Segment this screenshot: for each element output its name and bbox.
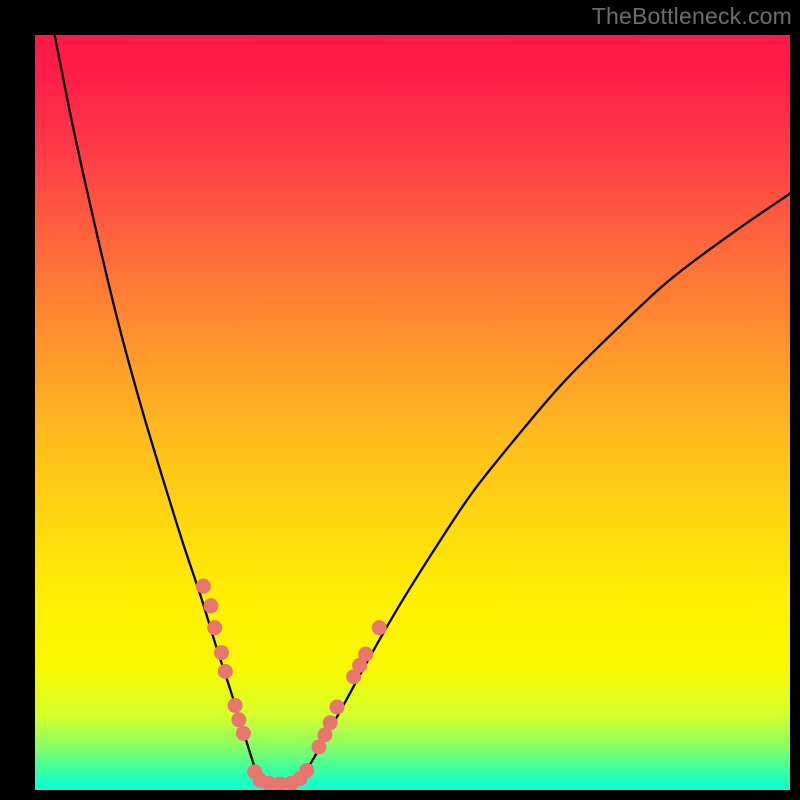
highlight-dot	[196, 579, 211, 594]
highlight-dot	[358, 647, 373, 662]
curve-group	[55, 35, 790, 785]
highlight-dot	[218, 664, 233, 679]
highlight-dot	[299, 763, 314, 778]
watermark-text: TheBottleneck.com	[592, 3, 792, 30]
highlight-dot	[323, 715, 338, 730]
chart-svg	[35, 35, 790, 790]
highlight-dot	[330, 699, 345, 714]
highlight-dot	[203, 598, 218, 613]
highlight-dot	[228, 698, 243, 713]
highlight-dot	[207, 620, 222, 635]
dot-group	[196, 579, 387, 790]
highlight-dot	[236, 726, 251, 741]
curve-right-branch	[301, 194, 790, 778]
highlight-dot	[231, 712, 246, 727]
plot-background	[35, 35, 790, 790]
highlight-dot	[214, 645, 229, 660]
chart-frame: TheBottleneck.com	[0, 0, 800, 800]
highlight-dot	[372, 620, 387, 635]
